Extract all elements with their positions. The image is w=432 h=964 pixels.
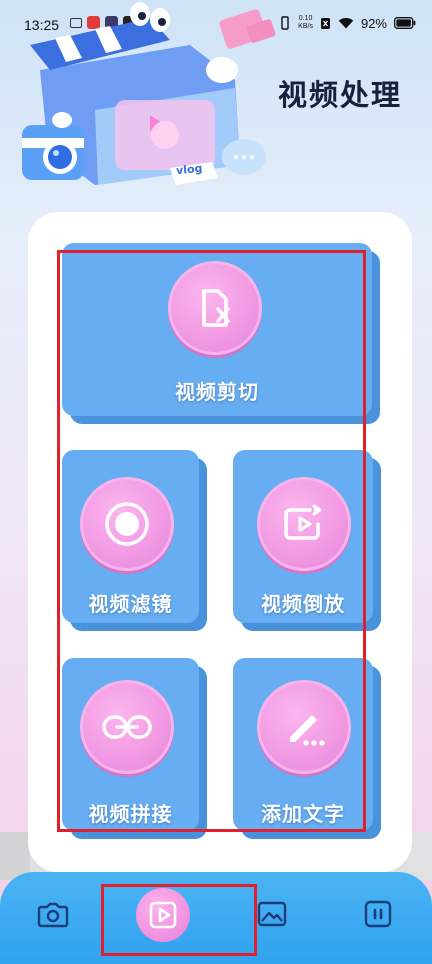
hero-banner: vlog 视频处理 <box>0 0 432 200</box>
nav-image-button[interactable] <box>252 894 292 934</box>
image-icon <box>257 901 287 927</box>
nav-profile-button[interactable] <box>358 894 398 934</box>
tools-highlight-box <box>57 250 366 832</box>
vlog-sticker-text: vlog <box>175 161 203 178</box>
nav-highlight-box <box>101 884 257 956</box>
nav-camera-button[interactable] <box>33 894 73 934</box>
hero-illustration <box>22 2 276 185</box>
profile-icon <box>364 900 392 928</box>
camera-icon <box>37 902 69 928</box>
page-title: 视频处理 <box>277 78 402 112</box>
